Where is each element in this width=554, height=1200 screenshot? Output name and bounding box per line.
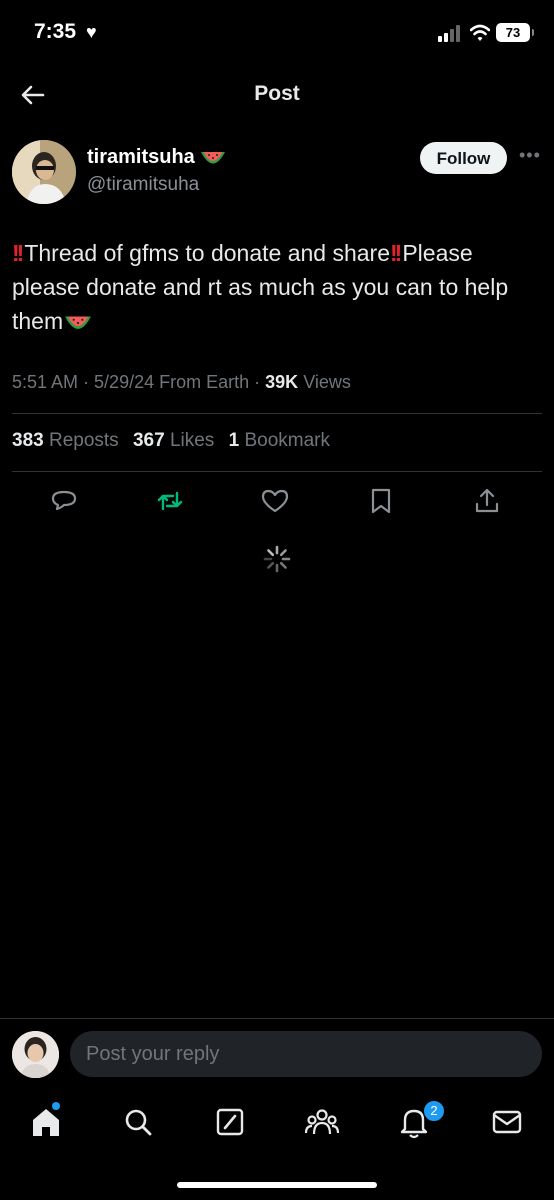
grok-icon[interactable] — [212, 1104, 248, 1140]
reply-bar — [0, 1018, 554, 1093]
author-handle[interactable]: @tiramitsuha — [87, 174, 199, 196]
communities-icon[interactable] — [304, 1104, 340, 1140]
post-time: 5:51 AM — [12, 372, 79, 392]
repost-icon[interactable] — [155, 486, 185, 516]
signal-icon — [438, 24, 462, 42]
post-location: From Earth — [159, 372, 250, 392]
author-name-row[interactable]: tiramitsuha — [87, 146, 226, 169]
author-display-name[interactable]: tiramitsuha — [87, 146, 195, 168]
nav-bar: Post — [0, 68, 554, 124]
post-stats: 383 Reposts 367 Likes 1 Bookmark — [12, 430, 339, 452]
likes-label: Likes — [169, 430, 215, 451]
post-text: !! Thread of gfms to donate and share!! Pl… — [12, 236, 542, 338]
follow-button[interactable]: Follow — [420, 142, 507, 174]
heart-icon: ♥ — [86, 22, 97, 42]
watermelon-icon — [200, 151, 225, 164]
loading-spinner-icon — [263, 545, 291, 573]
home-icon[interactable] — [28, 1104, 64, 1140]
status-bar: 7:35 ♥ 73 — [0, 0, 554, 68]
reposts-label: Reposts — [48, 430, 119, 451]
bookmarks-count: 1 — [228, 430, 240, 451]
views-label[interactable]: Views — [303, 372, 351, 392]
more-options-icon[interactable]: ••• — [519, 145, 541, 166]
views-count: 39K — [265, 372, 299, 392]
author-avatar[interactable] — [12, 140, 76, 204]
action-bar — [0, 486, 554, 520]
status-time: 7:35 — [34, 20, 77, 43]
reposts-count: 383 — [12, 430, 44, 451]
post-meta: 5:51 AM · 5/29/24 From Earth · 39K Views — [12, 372, 351, 392]
reply-icon[interactable] — [49, 486, 79, 516]
post-text-part-1: Thread of gfms to donate and share — [24, 240, 391, 266]
post-date: 5/29/24 — [94, 372, 155, 392]
divider — [12, 471, 542, 472]
share-icon[interactable] — [472, 486, 502, 516]
home-unread-dot — [52, 1102, 60, 1110]
user-avatar[interactable] — [12, 1031, 59, 1078]
bookmark-icon[interactable] — [366, 486, 396, 516]
notifications-badge: 2 — [423, 1100, 445, 1122]
like-icon[interactable] — [260, 486, 290, 516]
divider — [12, 413, 542, 414]
messages-icon[interactable] — [489, 1104, 525, 1140]
double-exclamation-icon: !! — [12, 240, 24, 266]
likes-count: 367 — [132, 430, 165, 451]
search-icon[interactable] — [120, 1104, 156, 1140]
bookmarks-label: Bookmark — [244, 430, 330, 451]
double-exclamation-icon: !! — [390, 240, 402, 266]
likes-stat[interactable]: 367 Likes — [133, 430, 214, 451]
home-indicator — [177, 1182, 377, 1188]
bookmarks-stat[interactable]: 1 Bookmark — [229, 430, 330, 451]
reposts-stat[interactable]: 383 Reposts — [12, 430, 119, 451]
battery-indicator: 73 — [496, 23, 534, 42]
wifi-icon — [470, 24, 490, 41]
watermelon-icon — [65, 316, 92, 329]
page-title: Post — [254, 82, 300, 105]
reply-input[interactable] — [70, 1031, 542, 1077]
